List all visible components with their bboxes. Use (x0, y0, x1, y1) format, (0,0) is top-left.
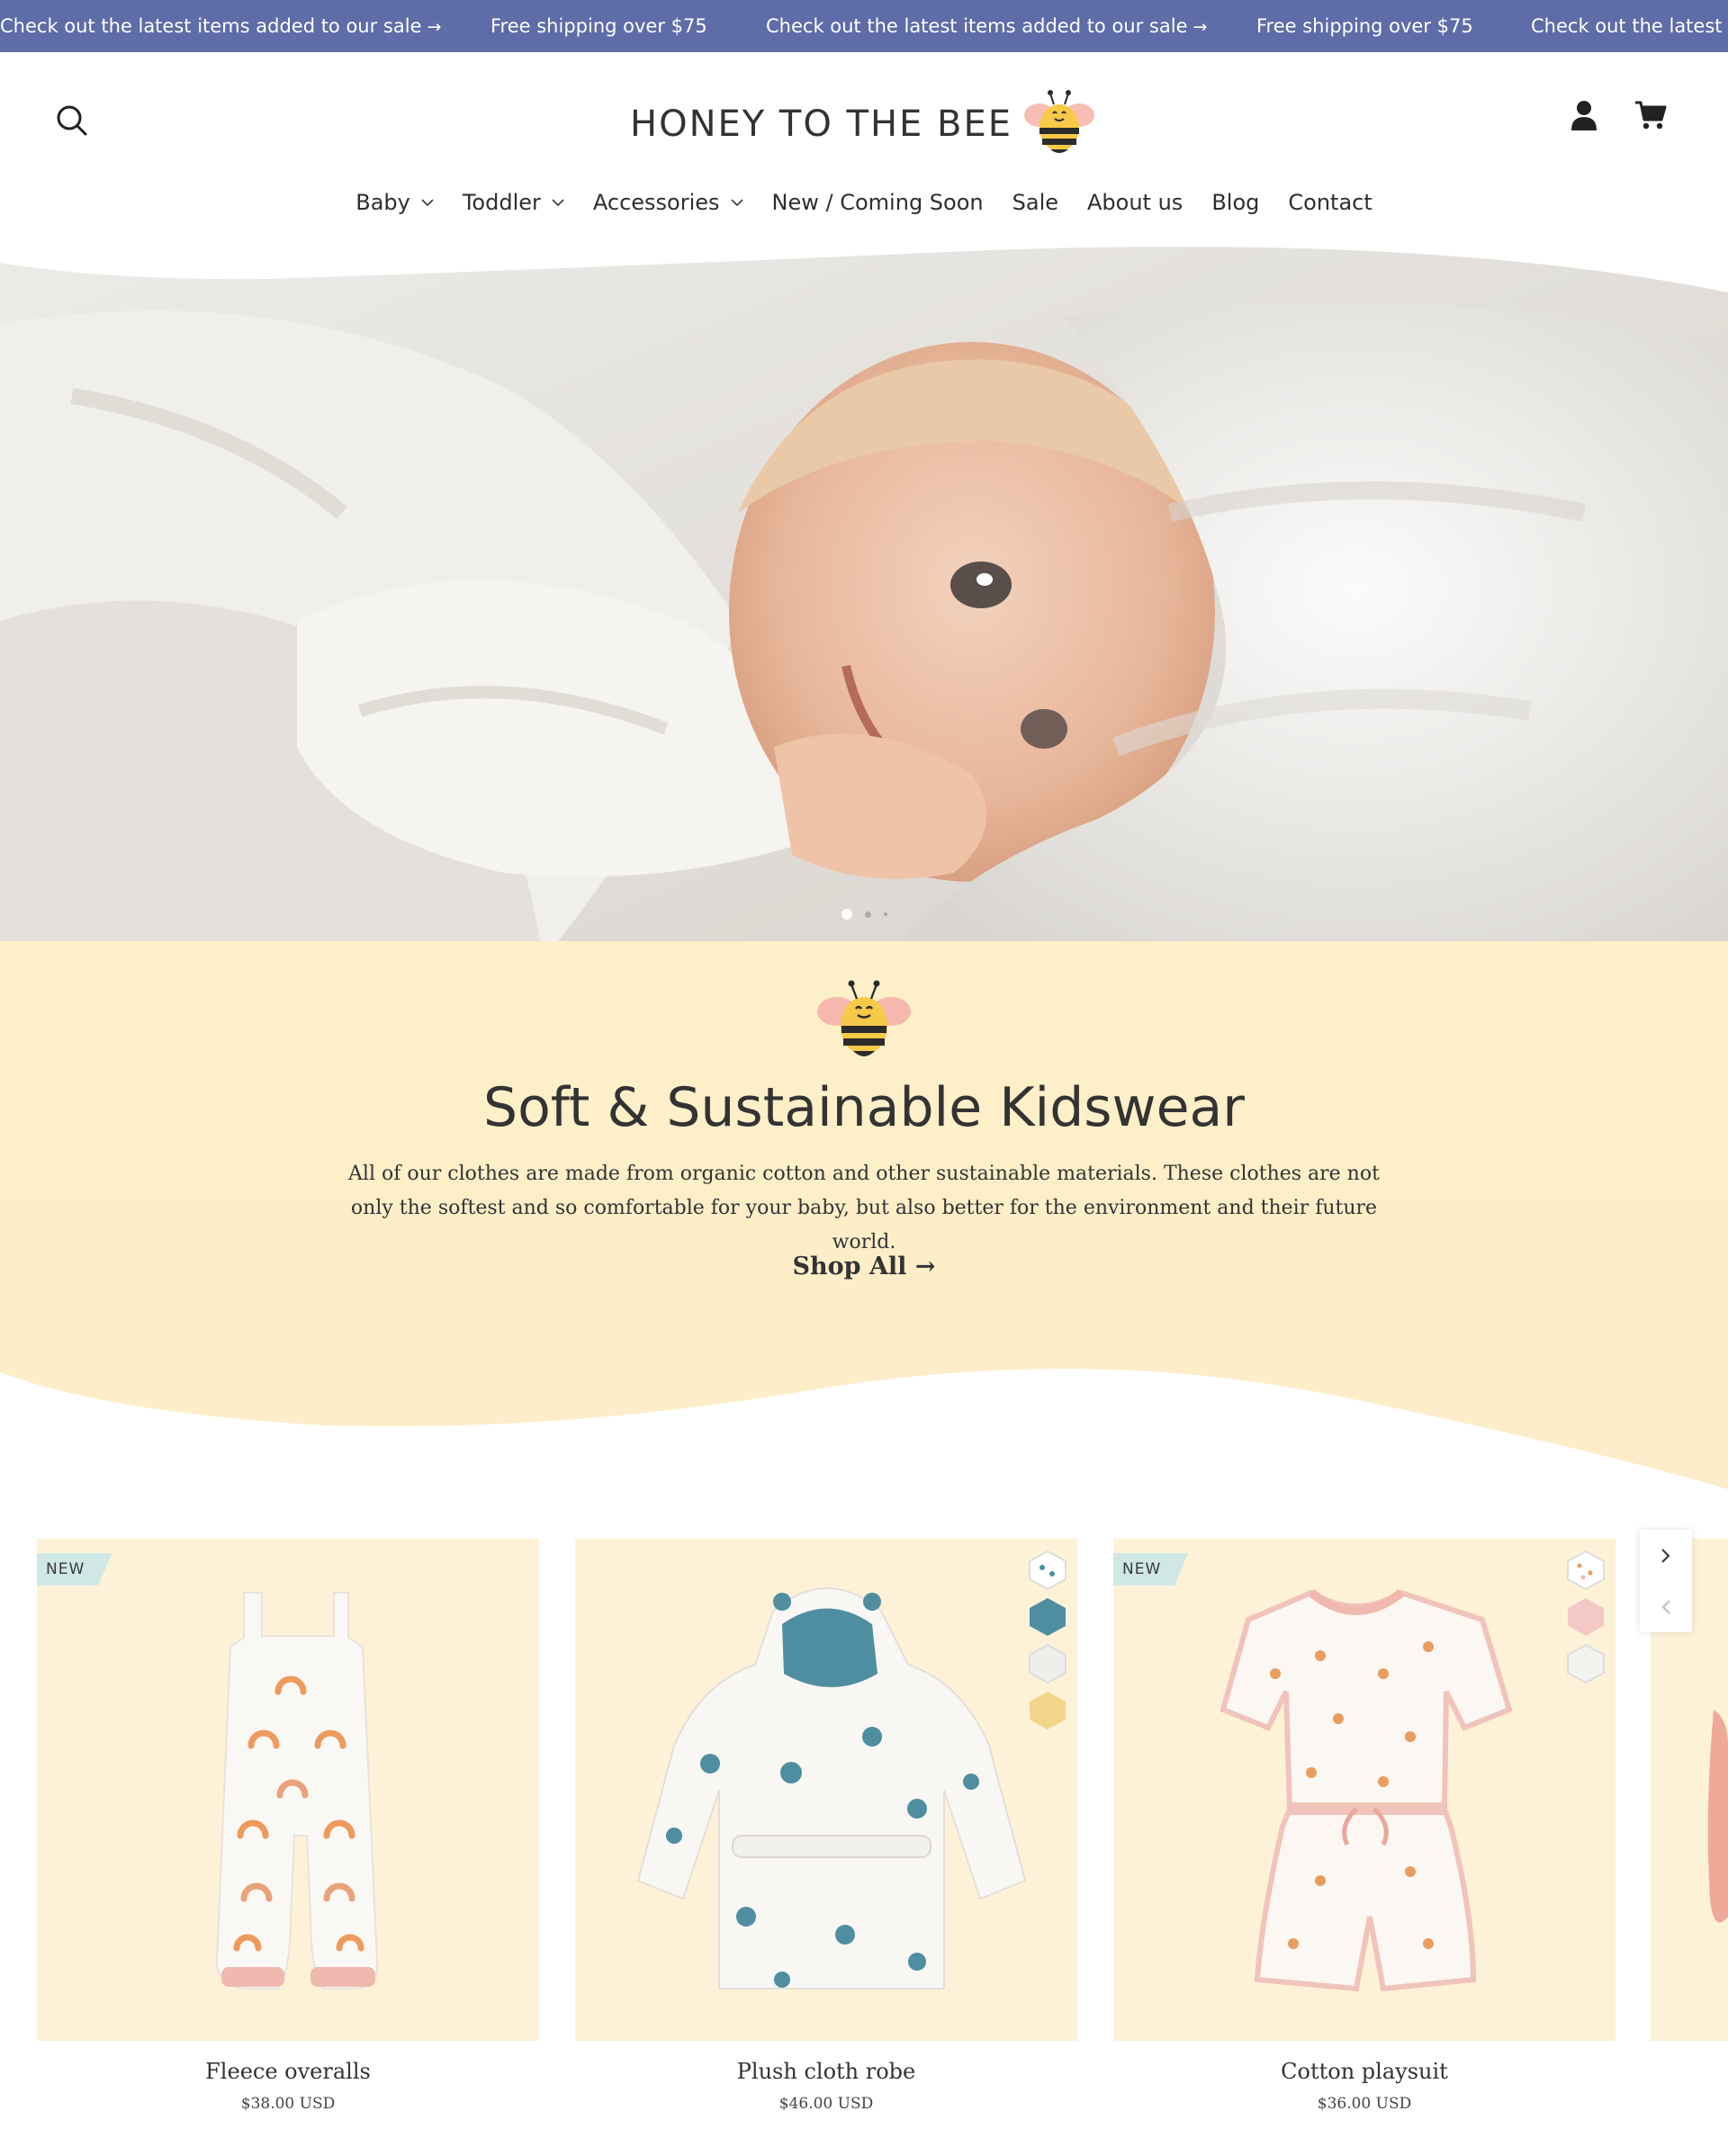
search-icon (57, 105, 87, 136)
search-button[interactable] (49, 97, 95, 144)
nav-item-label: Accessories (592, 190, 720, 215)
slide-dot-3[interactable] (883, 912, 887, 916)
swatch-white[interactable] (1565, 1643, 1606, 1684)
main-nav: Baby Toddler Accessories New / Coming So… (0, 180, 1728, 225)
swatch-pink[interactable] (1565, 1596, 1606, 1638)
bee-icon (817, 975, 911, 1065)
nav-item-label: Blog (1211, 190, 1260, 215)
swatch-white-pattern[interactable] (1027, 1550, 1068, 1591)
product-image-cotton-playsuit[interactable]: NEW (1113, 1539, 1616, 2041)
nav-item-label: Sale (1012, 190, 1058, 215)
nav-item-toddler[interactable]: Toddler (463, 190, 564, 215)
promo-title: Soft & Sustainable Kidswear (483, 1076, 1245, 1139)
swatch-teal[interactable] (1027, 1596, 1068, 1638)
swatch-yellow[interactable] (1027, 1690, 1068, 1731)
overalls-illustration (215, 1592, 379, 1990)
chevron-down-icon (552, 198, 564, 207)
slide-dot-2[interactable] (864, 911, 871, 918)
color-swatches (1565, 1550, 1606, 1684)
cart-button[interactable] (1629, 95, 1672, 135)
swatch-white-pattern[interactable] (1565, 1550, 1606, 1591)
carousel-next-button[interactable] (1640, 1530, 1692, 1581)
product-price: $38.00 USD (240, 2095, 336, 2113)
announcement-text: Check out the latest it (1531, 15, 1728, 37)
site-logo[interactable]: HONEY TO THE BEE (630, 84, 1095, 165)
nav-item-label: New / Coming Soon (771, 190, 984, 215)
product-name[interactable]: Plush cloth robe (575, 2059, 1077, 2084)
product-image-plush-cloth-robe[interactable] (575, 1539, 1077, 2041)
robe-illustration (636, 1587, 1027, 1990)
nav-item-baby[interactable]: Baby (356, 190, 434, 215)
nav-item-sale[interactable]: Sale (1012, 190, 1058, 215)
announcement-link-sale[interactable]: Check out the latest it (1531, 0, 1728, 52)
arrow-right-icon: → (427, 17, 442, 37)
announcement-text: Free shipping over $75 (490, 15, 707, 37)
site-header: HONEY TO THE BEE Baby Toddler Accessorie… (0, 52, 1728, 243)
announcement-text: Free shipping over $75 (1256, 15, 1473, 37)
product-price: $36.00 USD (1317, 2095, 1412, 2113)
chevron-left-icon (1661, 1599, 1670, 1614)
product-card: NEW Fleece overalls $38.00 USD (37, 1539, 539, 2113)
nav-item-label: Contact (1288, 190, 1372, 215)
chevron-right-icon (1661, 1548, 1670, 1563)
announcement-bar: Check out the latest items added to our … (0, 0, 1728, 52)
nav-item-label: About us (1087, 190, 1184, 215)
slide-dot-1[interactable] (841, 909, 852, 920)
slideshow-pagination (0, 909, 1728, 920)
nav-item-label: Toddler (462, 190, 541, 215)
carousel-prev-button[interactable] (1640, 1581, 1692, 1632)
arrow-right-icon: → (1192, 17, 1208, 37)
cart-icon (1635, 101, 1667, 130)
nav-item-blog[interactable]: Blog (1211, 190, 1259, 215)
swatch-white[interactable] (1027, 1643, 1068, 1684)
bee-logo-icon (1023, 88, 1095, 160)
product-card: NEW Cotton playsuit $36.00 USD (1113, 1539, 1616, 2113)
playsuit-illustration (1220, 1589, 1513, 1992)
hero-top-wave (0, 243, 1728, 292)
product-price: $46.00 USD (778, 2095, 874, 2113)
product-card: Plush cloth robe $46.00 USD (575, 1539, 1077, 2113)
chevron-down-icon (421, 198, 434, 207)
hero-slideshow (0, 243, 1728, 941)
announcement-text: Check out the latest items added to our … (766, 15, 1188, 37)
nav-item-label: Baby (356, 190, 410, 215)
promo-description: All of our clothes are made from organic… (348, 1163, 1380, 1253)
announcement-link-sale[interactable]: Check out the latest items added to our … (0, 0, 441, 52)
product-name[interactable]: Cotton playsuit (1113, 2059, 1616, 2084)
announcement-link-shipping[interactable]: Free shipping over $75 (1256, 0, 1473, 52)
logo-text: HONEY TO THE BEE (630, 103, 1013, 145)
announcement-link-sale[interactable]: Check out the latest items added to our … (766, 0, 1207, 52)
announcement-link-shipping[interactable]: Free shipping over $75 (490, 0, 707, 52)
hero-image-baby (0, 243, 1728, 941)
nav-item-new-coming-soon[interactable]: New / Coming Soon (772, 190, 984, 215)
product-image-fleece-overalls[interactable]: NEW (37, 1539, 539, 2041)
nav-item-contact[interactable]: Contact (1288, 190, 1372, 215)
account-button[interactable] (1564, 95, 1604, 135)
nav-item-about-us[interactable]: About us (1087, 190, 1183, 215)
carousel-controls (1640, 1530, 1692, 1632)
product-name[interactable]: Fleece overalls (37, 2059, 539, 2084)
account-icon (1571, 101, 1597, 130)
color-swatches (1027, 1550, 1068, 1731)
chevron-down-icon (730, 198, 743, 207)
announcement-text: Check out the latest items added to our … (0, 15, 422, 37)
nav-item-accessories[interactable]: Accessories (593, 190, 743, 215)
shop-all-link[interactable]: Shop All → (0, 1253, 1728, 1280)
promo-bottom-wave (0, 1369, 1728, 1548)
